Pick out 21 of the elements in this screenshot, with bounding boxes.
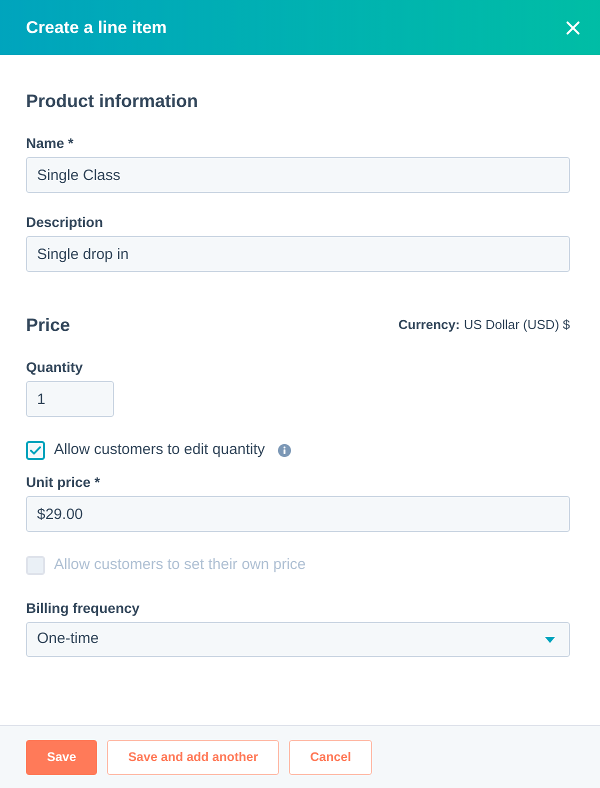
field-label: Name * xyxy=(26,134,74,153)
quantity-input[interactable]: 1 xyxy=(26,381,114,417)
text-input[interactable]: $29.00 xyxy=(26,496,570,532)
check-icon xyxy=(30,446,41,454)
dialog-title: Create a line item xyxy=(26,16,167,39)
text-input[interactable]: Single Class xyxy=(26,157,570,193)
select-dropdown[interactable]: One-time xyxy=(26,622,570,657)
field-label: Unit price * xyxy=(26,473,100,492)
field-label: Description xyxy=(26,213,104,232)
currency-value: US Dollar (USD) $ xyxy=(464,316,570,334)
text-input[interactable]: Single drop in xyxy=(26,236,570,272)
currency-label: Currency: xyxy=(398,316,460,334)
section-heading: Price xyxy=(26,314,70,337)
checkbox[interactable] xyxy=(26,440,45,460)
field-label: Quantity xyxy=(26,358,83,377)
field-label: Billing frequency xyxy=(26,599,140,618)
caret-icon xyxy=(545,636,555,642)
checkbox-label: Allow customers to set their own price xyxy=(54,555,306,575)
info-icon[interactable] xyxy=(278,444,291,456)
checkbox-label: Allow customers to edit quantity xyxy=(54,440,265,460)
section-heading: Product information xyxy=(26,90,198,113)
